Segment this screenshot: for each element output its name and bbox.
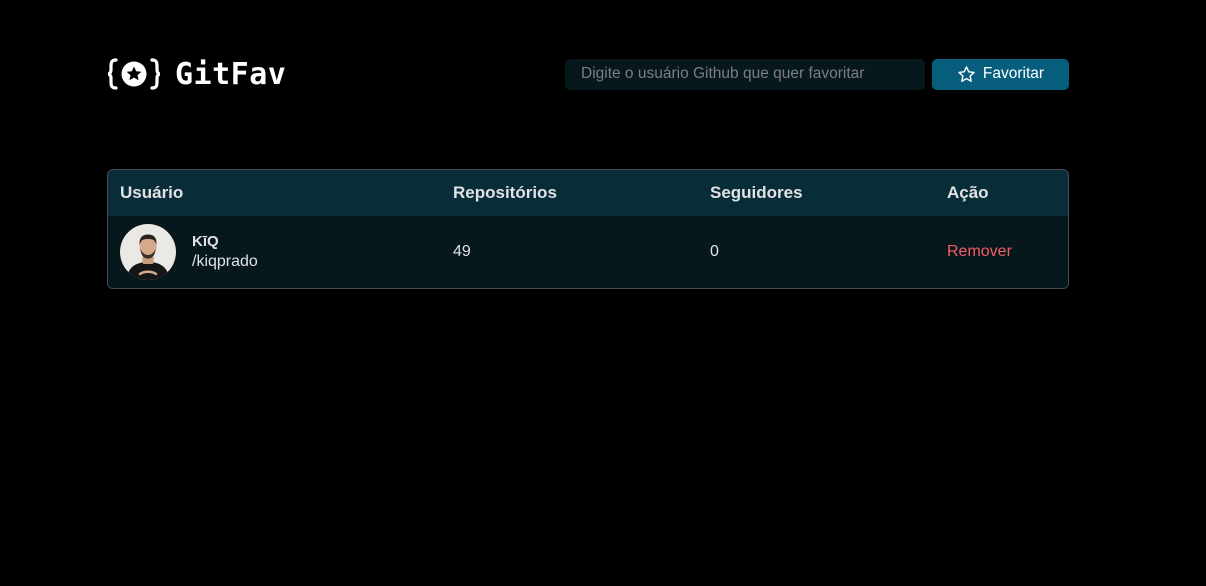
star-outline-icon bbox=[958, 65, 975, 82]
favorite-button[interactable]: Favoritar bbox=[932, 58, 1069, 90]
favorites-table: Usuário Repositórios Seguidores Ação KīQ… bbox=[107, 169, 1069, 289]
repositories-count: 49 bbox=[453, 243, 471, 260]
column-header-repositories: Repositórios bbox=[453, 183, 557, 202]
page: GitFav Favoritar Usuário Repositórios Se… bbox=[0, 0, 1206, 586]
user-cell: KīQ /kiqprado bbox=[108, 216, 441, 288]
logo-text: GitFav bbox=[175, 56, 287, 92]
braces-star-icon bbox=[107, 58, 161, 90]
logo: GitFav bbox=[107, 57, 286, 92]
search-input[interactable] bbox=[565, 58, 925, 90]
user-info: KīQ /kiqprado bbox=[192, 232, 258, 272]
favorite-button-label: Favoritar bbox=[982, 65, 1045, 82]
column-header-followers: Seguidores bbox=[710, 183, 803, 202]
users-table: Usuário Repositórios Seguidores Ação KīQ… bbox=[108, 170, 1068, 288]
followers-count: 0 bbox=[710, 243, 719, 260]
remove-button[interactable]: Remover bbox=[947, 243, 1012, 261]
table-row: KīQ /kiqprado 49 0 Remover bbox=[108, 216, 1068, 288]
app-header: GitFav Favoritar bbox=[107, 52, 1069, 96]
column-header-user: Usuário bbox=[120, 183, 184, 202]
table-header-row: Usuário Repositórios Seguidores Ação bbox=[108, 170, 1068, 216]
action-cell: Remover bbox=[935, 216, 1068, 288]
user-name: KīQ bbox=[192, 233, 219, 250]
user-login[interactable]: /kiqprado bbox=[192, 252, 258, 272]
search-bar: Favoritar bbox=[565, 58, 1069, 90]
avatar[interactable] bbox=[120, 224, 176, 280]
column-header-action: Ação bbox=[947, 183, 989, 202]
